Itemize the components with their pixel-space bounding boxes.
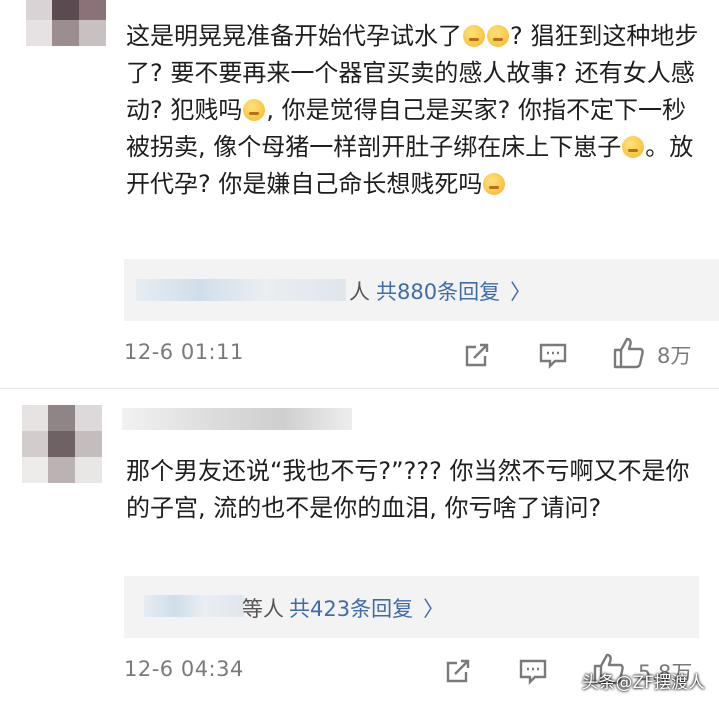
chevron-right-icon: 〉 (510, 280, 532, 304)
watermark: 头条@ZF摆渡人 (581, 673, 705, 693)
divider (0, 388, 719, 389)
blurred-username[interactable] (122, 408, 352, 430)
share-icon[interactable] (463, 341, 491, 369)
reply-users-suffix: 等人 (242, 597, 284, 621)
like-count: 8万 (657, 344, 692, 368)
share-icon[interactable] (444, 657, 472, 685)
emoji-icon (487, 25, 509, 47)
comment-text: 那个男友还说“我也不亏?”??? 你当然不亏啊又不是你的子宫, 流的也不是你的血… (126, 457, 690, 522)
comment-icon[interactable] (538, 341, 568, 369)
reply-summary[interactable]: 人 共880条回复〉 (124, 259, 719, 321)
emoji-icon (463, 25, 485, 47)
avatar[interactable] (22, 405, 102, 483)
thumbs-up-icon[interactable] (612, 336, 646, 370)
blurred-usernames (136, 279, 346, 301)
reply-summary[interactable]: 等人 共423条回复〉 (124, 576, 699, 638)
view-replies-link[interactable]: 共423条回复〉 (289, 593, 444, 623)
blurred-usernames (144, 595, 244, 617)
emoji-icon (483, 173, 506, 195)
avatar[interactable] (26, 0, 106, 46)
emoji-icon (243, 99, 266, 121)
comment-text: 这是明晃晃准备开始代孕试水了? 猖狂到这种地步了? 要不要再来一个器官买卖的感人… (126, 22, 699, 198)
emoji-icon (622, 136, 645, 158)
view-replies-link[interactable]: 共880条回复〉 (376, 276, 531, 306)
comment-time: 12-6 01:11 (124, 340, 244, 364)
comment-time: 12-6 04:34 (124, 657, 244, 681)
chevron-right-icon: 〉 (423, 597, 445, 621)
comment-icon[interactable] (518, 657, 548, 685)
reply-users-suffix: 人 (349, 280, 370, 304)
